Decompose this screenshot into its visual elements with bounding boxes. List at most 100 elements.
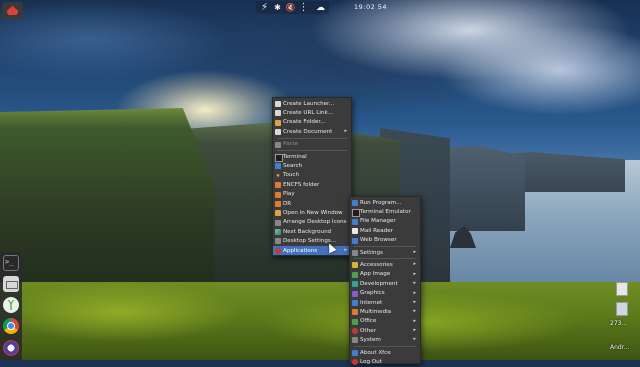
menu-item-create-folder[interactable]: Create Folder... [273, 118, 351, 127]
other-icon [352, 328, 358, 335]
url-link-icon [275, 110, 281, 117]
menu-item-search[interactable]: Search [273, 161, 351, 170]
menu-item-play[interactable]: Play [273, 190, 351, 199]
arrange-icon [275, 219, 281, 226]
system-icon [352, 337, 358, 344]
internet-icon [352, 299, 358, 306]
search-icon [275, 163, 281, 170]
menu-item-internet[interactable]: Internet ▸ [350, 298, 420, 307]
menu-item-about-xfce[interactable]: About Xfce [350, 348, 420, 357]
applications-icon [275, 247, 281, 254]
submenu-arrow-icon: ▸ [413, 270, 416, 277]
volume-muted-icon[interactable]: 🔇 [285, 2, 296, 14]
menu-item-create-url-link[interactable]: Create URL Link... [273, 108, 351, 117]
menu-item-next-background[interactable]: Next Background [273, 227, 351, 236]
logout-icon [352, 359, 358, 366]
development-icon [352, 281, 358, 288]
xfce-logo-icon [6, 6, 19, 15]
submenu-arrow-icon: ▸ [344, 246, 347, 253]
menu-item-run-program[interactable]: Run Program... [350, 198, 420, 207]
submenu-arrow-icon: ▸ [413, 298, 416, 305]
submenu-arrow-icon: ▸ [413, 280, 416, 287]
settings-icon [275, 238, 281, 245]
menu-item-multimedia[interactable]: Multimedia ▸ [350, 307, 420, 316]
star-icon: ★ [275, 172, 281, 179]
office-icon [352, 318, 358, 325]
dr-icon [275, 200, 281, 207]
dock-file-manager-launcher[interactable] [3, 276, 19, 292]
menu-item-applications[interactable]: Applications ▸ [273, 245, 351, 256]
menu-item-accessories[interactable]: Accessories ▸ [350, 260, 420, 269]
run-icon [352, 200, 358, 206]
menu-separator [354, 258, 416, 260]
menu-item-development[interactable]: Development ▸ [350, 279, 420, 288]
menu-item-mail-reader[interactable]: Mail Reader [350, 226, 420, 235]
folder-icon [275, 119, 281, 126]
mail-icon [352, 228, 358, 235]
submenu-arrow-icon: ▸ [413, 317, 416, 324]
wallpaper-left-cliff [0, 108, 215, 308]
web-browser-icon [352, 237, 358, 244]
menu-item-graphics[interactable]: Graphics ▸ [350, 289, 420, 298]
menu-item-settings[interactable]: Settings ▸ [350, 248, 420, 257]
desktop-file-icon[interactable] [616, 282, 628, 296]
menu-item-dr[interactable]: DR [273, 199, 351, 208]
menu-separator [354, 245, 416, 247]
menu-item-create-launcher[interactable]: Create Launcher... [273, 99, 351, 108]
play-icon [275, 191, 281, 198]
system-tray: ⚡ ✱ 🔇 ⋮ ☁ [256, 1, 329, 14]
menu-separator [277, 149, 347, 151]
menu-separator [354, 345, 416, 347]
menu-item-terminal-emulator[interactable]: Terminal Emulator [350, 207, 420, 218]
menu-item-office[interactable]: Office ▸ [350, 317, 420, 326]
desktop-context-menu: Create Launcher... Create URL Link... Cr… [272, 97, 352, 256]
dock-terminal-launcher[interactable]: >_ [3, 255, 19, 271]
whisker-menu-button[interactable] [2, 2, 23, 19]
accessories-icon [352, 262, 358, 269]
menu-item-web-browser[interactable]: Web Browser [350, 236, 420, 245]
submenu-arrow-icon: ▸ [413, 327, 416, 334]
menu-item-log-out[interactable]: Log Out [350, 357, 420, 366]
menu-item-open-in-new-window[interactable]: Open in New Window [273, 208, 351, 217]
menu-item-create-document[interactable]: Create Document ▸ [273, 127, 351, 136]
desktop-icon-label[interactable]: Andr... [610, 344, 629, 351]
dock-app-launcher[interactable] [3, 297, 19, 313]
submenu-arrow-icon: ▸ [344, 128, 347, 135]
app-image-icon [352, 271, 358, 278]
menu-item-app-image[interactable]: App Image ▸ [350, 270, 420, 279]
menu-item-encfs-folder[interactable]: ENCFS folder [273, 180, 351, 189]
desktop-file-icon[interactable] [616, 302, 628, 316]
menu-item-terminal[interactable]: Terminal [273, 152, 351, 162]
menu-item-file-manager[interactable]: File Manager [350, 217, 420, 226]
about-icon [352, 349, 358, 356]
menu-item-system[interactable]: System ▸ [350, 335, 420, 344]
encfs-icon [275, 182, 281, 189]
settings-icon [352, 249, 358, 256]
submenu-arrow-icon: ▸ [413, 248, 416, 255]
dock-browser-launcher[interactable] [3, 340, 19, 356]
applications-submenu: Run Program... Terminal Emulator File Ma… [349, 196, 421, 366]
wallpaper-grass [0, 282, 640, 360]
desktop-icon-label[interactable]: 273... [610, 320, 627, 327]
submenu-arrow-icon: ▸ [413, 261, 416, 268]
bluetooth-icon[interactable]: ✱ [272, 2, 283, 14]
dock-chrome-launcher[interactable] [3, 318, 19, 334]
menu-separator [277, 137, 347, 139]
menu-item-arrange-desktop-icons[interactable]: Arrange Desktop Icons [273, 218, 351, 227]
network-icon[interactable]: ⋮ [298, 2, 309, 14]
menu-item-paste[interactable]: Paste [273, 140, 351, 149]
launcher-dock: >_ [0, 252, 22, 360]
graphics-icon [352, 290, 358, 297]
next-background-icon [275, 229, 281, 236]
menu-item-touch[interactable]: ★ Touch [273, 171, 351, 180]
launcher-icon [275, 101, 281, 107]
bolt-icon[interactable]: ⚡ [259, 2, 270, 14]
window-icon [275, 210, 281, 217]
menu-item-desktop-settings[interactable]: Desktop Settings... [273, 236, 351, 245]
submenu-arrow-icon: ▸ [413, 308, 416, 315]
panel-clock[interactable]: 19:02 54 [354, 3, 387, 11]
file-manager-icon [352, 218, 358, 225]
menu-item-other[interactable]: Other ▸ [350, 326, 420, 335]
weather-icon[interactable]: ☁ [315, 2, 326, 14]
paste-icon [275, 141, 281, 148]
